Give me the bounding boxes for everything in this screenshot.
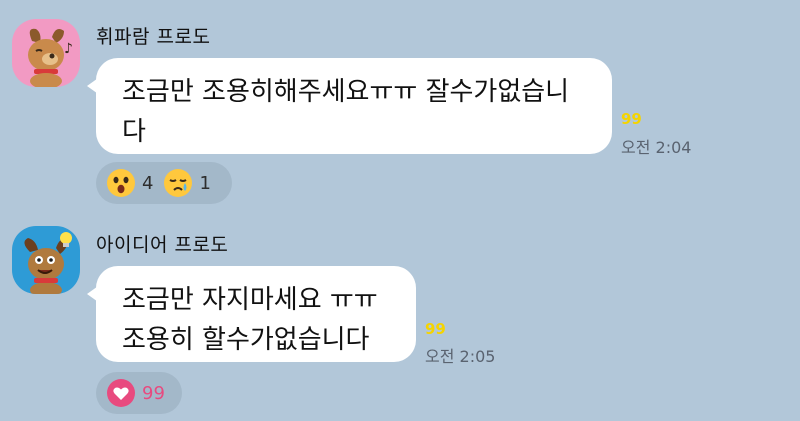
unread-count: 99 <box>621 110 642 128</box>
surprised-face-icon <box>106 168 136 198</box>
reaction-count: 4 <box>142 172 154 194</box>
message-time: 오전 2:04 <box>621 138 692 157</box>
message-line: 조금만 자지마세요 ㅠㅠ <box>122 285 378 315</box>
bubble-tail <box>87 76 101 96</box>
dog-character-icon: ♪ <box>12 19 80 87</box>
reaction-bar[interactable]: 99 <box>96 372 182 414</box>
sender-avatar-whistle-frodo[interactable]: ♪ <box>12 19 80 87</box>
message-line: 다 <box>122 117 146 147</box>
unread-count: 99 <box>425 320 446 338</box>
sender-avatar-idea-frodo[interactable] <box>12 226 80 294</box>
reaction-heart[interactable]: 99 <box>106 378 165 408</box>
message-bubble[interactable]: 조금만 자지마세요 ㅠㅠ 조용히 할수가없습니다 <box>87 266 416 362</box>
reaction-count: 99 <box>142 382 165 404</box>
message-time: 오전 2:05 <box>425 347 496 366</box>
reaction-surprised[interactable]: 4 <box>106 168 153 198</box>
sender-name: 아이디어 프로도 <box>96 234 229 256</box>
reaction-count: 1 <box>199 172 211 194</box>
dog-character-icon <box>12 226 80 294</box>
reaction-bar[interactable]: 4 1 <box>96 162 232 204</box>
message-bubble[interactable]: 조금만 조용히해주세요ㅠㅠ 잘수가없습니 다 <box>87 58 612 154</box>
heart-icon <box>106 378 136 408</box>
message-line: 조용히 할수가없습니다 <box>122 325 370 355</box>
bubble-tail <box>87 284 101 304</box>
crying-face-icon <box>163 168 193 198</box>
reaction-crying[interactable]: 1 <box>163 168 211 198</box>
message-line: 조금만 조용히해주세요ㅠㅠ 잘수가없습니 <box>122 77 570 107</box>
sender-name: 휘파람 프로도 <box>96 26 211 48</box>
svg-text:♪: ♪ <box>64 41 73 57</box>
